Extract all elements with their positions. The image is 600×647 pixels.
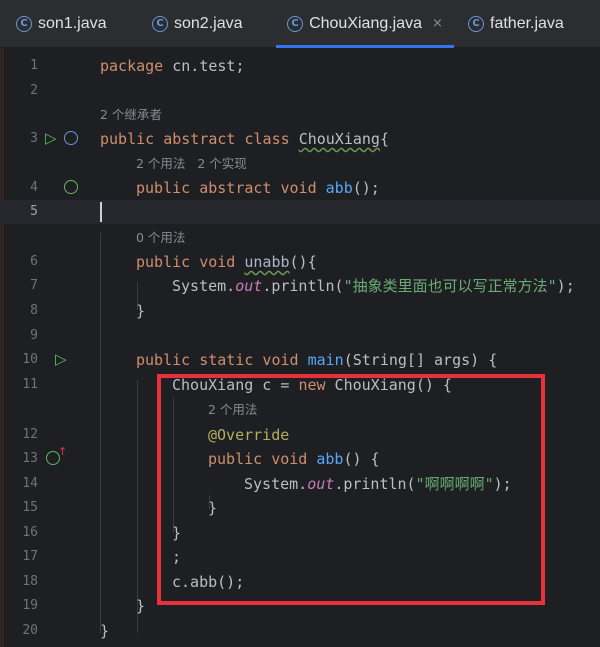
text-caret (100, 202, 102, 222)
tab-label: ChouXiang.java (309, 14, 423, 32)
code-text: } (100, 622, 110, 640)
line-number: 2 (30, 83, 38, 98)
line-number: 16 (22, 525, 38, 540)
tab-label: son2.java (174, 14, 243, 32)
code-line: 20 } (0, 619, 600, 643)
implemented-icon[interactable] (64, 131, 78, 145)
code-text: public abstract void abb(); (136, 179, 380, 197)
current-code-line: 5 (0, 200, 600, 224)
usages-hint[interactable]: 0 个用法 (136, 226, 185, 250)
code-text: System.out.println("抽象类里面也可以写正常方法"); (172, 277, 575, 295)
line-number: 20 (22, 623, 38, 638)
tab-son1[interactable]: C son1.java (16, 0, 107, 47)
line-number: 4 (30, 180, 38, 195)
code-line: 4 public abstract void abb(); (0, 176, 600, 200)
line-number: 5 (30, 204, 38, 219)
code-line: 3 ▷ public abstract class ChouXiang{ (0, 127, 600, 151)
line-number: 17 (22, 549, 38, 564)
code-text: } (136, 597, 146, 615)
arrow-up-icon: ↑ (58, 445, 68, 458)
line-number: 13 (22, 451, 38, 466)
code-text: package cn.test; (100, 57, 245, 75)
line-number: 7 (30, 278, 38, 293)
inheritors-hint[interactable]: 2 个继承者 (100, 103, 162, 127)
code-line: 6 public void unabb(){ (0, 250, 600, 274)
code-line: 8 } (0, 299, 600, 323)
run-icon[interactable]: ▷ (55, 350, 67, 368)
highlight-box (157, 374, 545, 605)
code-line: 10 ▷ public static void main(String[] ar… (0, 348, 600, 372)
tab-son2[interactable]: C son2.java (152, 0, 243, 47)
code-line: 9 (0, 324, 600, 348)
java-class-icon: C (152, 15, 168, 32)
implemented-down-icon[interactable] (64, 180, 78, 194)
tab-chouxiang[interactable]: C ChouXiang.java × (276, 0, 454, 48)
line-number: 19 (22, 598, 38, 613)
usages-hint[interactable]: 2 个用法 2 个实现 (136, 152, 247, 176)
line-number: 8 (30, 303, 38, 318)
java-class-icon: C (468, 15, 484, 32)
tab-label: father.java (490, 14, 564, 32)
line-number: 14 (22, 476, 38, 491)
line-number: 15 (22, 500, 38, 515)
line-number: 3 (30, 131, 38, 146)
run-icon[interactable]: ▷ (45, 129, 57, 147)
code-text: public static void main(String[] args) { (136, 351, 498, 369)
code-line: 1 package cn.test; (0, 54, 600, 78)
line-number: 18 (22, 574, 38, 589)
code-editor[interactable]: 1 package cn.test; 2 2 个继承者 3 ▷ public a… (0, 48, 600, 647)
tab-father[interactable]: C father.java (468, 0, 564, 47)
close-icon[interactable]: × (432, 16, 443, 31)
java-class-icon: C (287, 15, 304, 32)
java-class-icon: C (16, 15, 32, 32)
code-line: 7 System.out.println("抽象类里面也可以写正常方法"); (0, 274, 600, 298)
line-number: 1 (30, 58, 38, 73)
code-text: public void unabb(){ (136, 253, 317, 271)
editor-tab-bar: C son1.java C son2.java C ChouXiang.java… (0, 0, 600, 48)
line-number: 12 (22, 427, 38, 442)
line-number: 9 (30, 328, 38, 343)
code-text: public abstract class ChouXiang{ (100, 130, 389, 148)
line-number: 10 (22, 352, 38, 367)
code-line: 2 (0, 79, 600, 103)
tab-label: son1.java (38, 14, 107, 32)
line-number: 11 (22, 377, 38, 392)
code-text: } (136, 302, 146, 320)
line-number: 6 (30, 254, 38, 269)
